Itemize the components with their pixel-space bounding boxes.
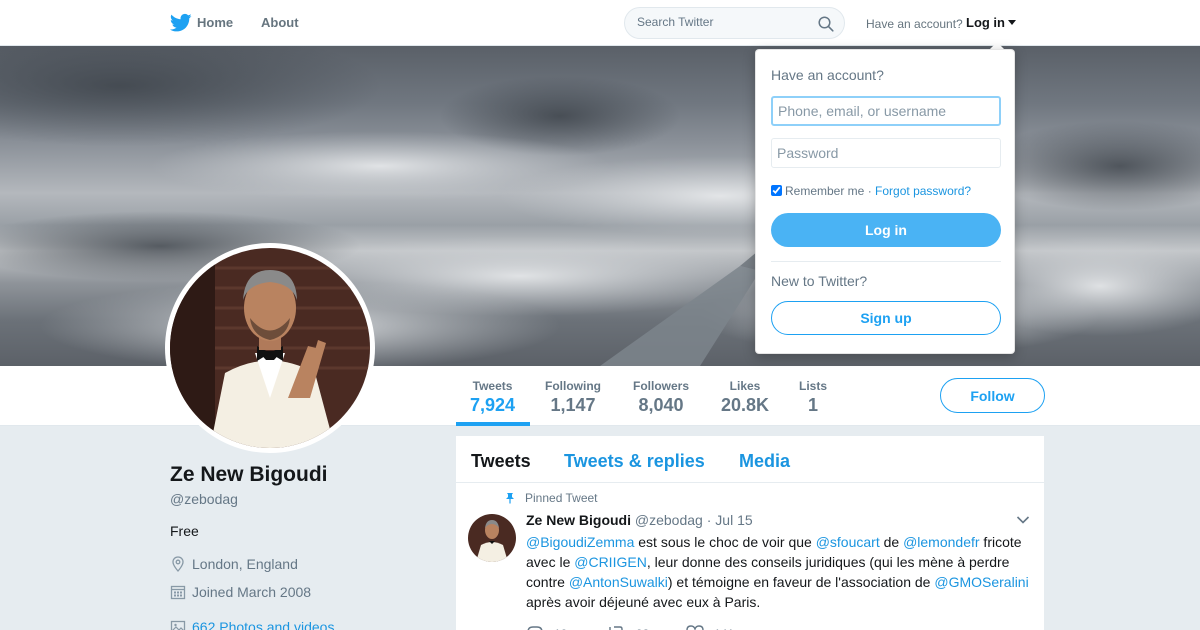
search-box xyxy=(624,7,845,39)
login-button[interactable]: Log in xyxy=(771,213,1001,247)
forgot-password-link[interactable]: Forgot password? xyxy=(875,184,971,198)
nav-about-link[interactable]: About xyxy=(261,15,299,30)
stat-likes-value: 20.8K xyxy=(721,395,770,415)
tweet-meta-separator: · xyxy=(706,512,712,528)
timeline-tabs: Tweets Tweets & replies Media xyxy=(456,436,1044,483)
login-dropdown: Have an account? Remember me · Forgot pa… xyxy=(755,49,1015,354)
stat-lists[interactable]: Lists 1 xyxy=(799,379,827,416)
tweet-author-name[interactable]: Ze New Bigoudi xyxy=(526,512,631,528)
remember-separator: · xyxy=(867,184,872,198)
tweet-text-part: après avoir déjeuné avec eux à Paris. xyxy=(526,594,761,610)
top-navigation-bar: Home About Have an account? Log in xyxy=(0,0,1200,46)
calendar-icon xyxy=(170,585,186,600)
stat-following[interactable]: Following 1,147 xyxy=(545,379,601,416)
search-icon[interactable] xyxy=(818,16,834,32)
mention-link[interactable]: @CRIIGEN xyxy=(574,554,647,570)
stat-lists-value: 1 xyxy=(808,395,819,415)
profile-location-row: London, England xyxy=(170,556,298,572)
avatar[interactable] xyxy=(170,248,370,448)
tab-media[interactable]: Media xyxy=(739,451,790,472)
tab-tweets-replies[interactable]: Tweets & replies xyxy=(564,451,705,472)
stat-tweets-label: Tweets xyxy=(472,379,513,393)
pin-icon xyxy=(506,493,514,504)
active-stat-underline xyxy=(456,422,530,426)
profile-joined-row: Joined March 2008 xyxy=(170,584,311,600)
profile-handle[interactable]: @zebodag xyxy=(170,491,238,507)
remember-me-label: Remember me xyxy=(785,184,865,198)
stat-followers-value: 8,040 xyxy=(638,395,684,415)
have-account-text: Have an account? xyxy=(866,17,963,31)
remember-me-checkbox[interactable] xyxy=(771,185,782,196)
login-toggle-label: Log in xyxy=(966,15,1005,30)
stat-likes-label: Likes xyxy=(729,379,761,393)
login-dropdown-toggle[interactable]: Log in xyxy=(966,15,1016,30)
stat-lists-label: Lists xyxy=(799,379,828,393)
remember-row: Remember me · Forgot password? xyxy=(771,184,971,198)
mention-link[interactable]: @GMOSeralini xyxy=(934,574,1028,590)
retweet-icon xyxy=(609,626,623,630)
profile-name: Ze New Bigoudi xyxy=(170,463,328,486)
profile-joined: Joined March 2008 xyxy=(192,584,312,600)
tweet-author-handle[interactable]: @zebodag xyxy=(635,512,703,528)
login-dropdown-title: Have an account? xyxy=(771,67,884,83)
tweet-text-part: est sous le choc de voir que xyxy=(634,534,816,550)
stat-tweets-value: 7,924 xyxy=(470,395,516,415)
tab-tweets[interactable]: Tweets xyxy=(471,451,531,472)
nav-home-link[interactable]: Home xyxy=(197,15,233,30)
tweet-text-part: de xyxy=(879,534,904,550)
stat-following-label: Following xyxy=(545,379,601,393)
reply-button[interactable]: 10 xyxy=(526,625,567,630)
mention-link[interactable]: @BigoudiZemma xyxy=(526,534,634,550)
dropdown-divider xyxy=(771,261,1001,262)
caret-down-icon xyxy=(1008,20,1016,25)
mention-link[interactable]: @lemondefr xyxy=(903,534,979,550)
tweet-author-avatar[interactable] xyxy=(468,514,516,562)
tweet-date[interactable]: Jul 15 xyxy=(715,512,752,528)
tweet-text-part: ) et témoigne en faveur de l'association… xyxy=(667,574,935,590)
search-input[interactable] xyxy=(637,15,807,29)
follow-button[interactable]: Follow xyxy=(940,378,1045,413)
mention-link[interactable]: @sfoucart xyxy=(816,534,880,550)
photos-videos-link[interactable]: 662 Photos and videos xyxy=(192,619,334,630)
stat-following-value: 1,147 xyxy=(550,395,596,415)
profile-media-row: 662 Photos and videos xyxy=(170,619,334,630)
username-field[interactable] xyxy=(771,96,1001,126)
timeline: Tweets Tweets & replies Media Pinned Twe… xyxy=(456,436,1044,630)
reply-icon xyxy=(527,626,543,630)
stat-likes[interactable]: Likes 20.8K xyxy=(721,379,769,416)
location-pin-icon xyxy=(172,556,184,572)
profile-avatar-frame xyxy=(165,243,375,453)
password-field[interactable] xyxy=(771,138,1001,168)
stat-tweets[interactable]: Tweets 7,924 xyxy=(470,379,515,416)
pinned-label: Pinned Tweet xyxy=(525,491,598,505)
tweet-text: @BigoudiZemma est sous le choc de voir q… xyxy=(526,532,1031,612)
profile-location: London, England xyxy=(192,556,298,572)
photo-icon xyxy=(170,620,186,630)
new-to-twitter-text: New to Twitter? xyxy=(771,273,868,289)
stat-followers-label: Followers xyxy=(633,379,690,393)
mention-link[interactable]: @AntonSuwalki xyxy=(569,574,668,590)
twitter-bird-icon[interactable] xyxy=(170,13,192,33)
tweet-header: Ze New Bigoudi @zebodag · Jul 15 xyxy=(526,512,753,528)
stat-followers[interactable]: Followers 8,040 xyxy=(633,379,689,416)
heart-icon xyxy=(686,625,704,630)
chevron-down-icon[interactable] xyxy=(1016,515,1030,525)
signup-button[interactable]: Sign up xyxy=(771,301,1001,335)
retweet-button[interactable]: 93 xyxy=(606,625,649,630)
like-button[interactable]: 141 xyxy=(686,625,734,630)
profile-bio: Free xyxy=(170,523,199,539)
